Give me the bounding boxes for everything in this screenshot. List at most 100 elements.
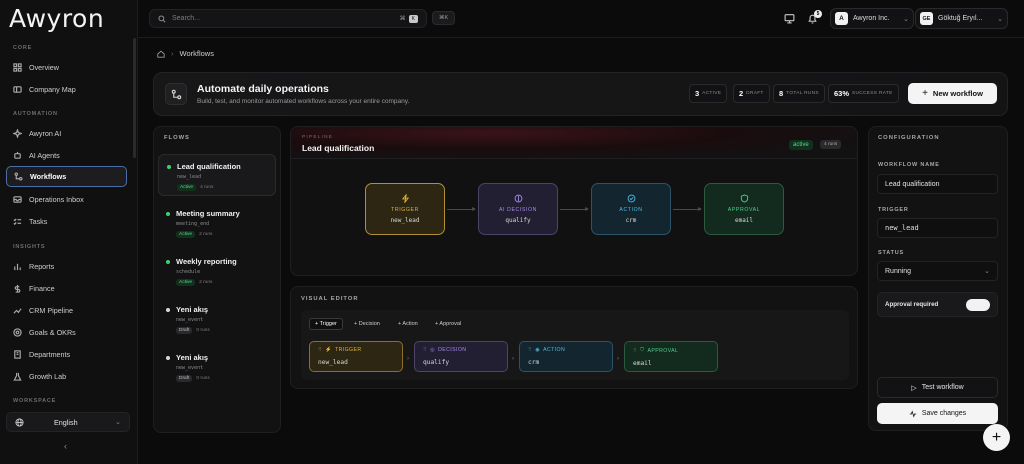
add-trigger-button[interactable]: + Trigger (309, 318, 343, 330)
sidebar-item-departments[interactable]: Departments (6, 344, 127, 365)
drag-handle-icon[interactable]: ⠿ (528, 347, 532, 353)
flow-item[interactable]: Weekly reporting schedule Active 2 runs (158, 250, 276, 292)
flow-item[interactable]: Yeni akış new_event Draft 0 runs (158, 346, 276, 388)
save-changes-button[interactable]: Save changes (877, 403, 998, 424)
pipeline-node-trigger[interactable]: TRIGGER new_lead (365, 183, 445, 235)
sidebar-item-label: Reports (29, 262, 55, 271)
status-label: STATUS (878, 250, 904, 256)
new-workflow-button[interactable]: + New workflow (908, 83, 997, 104)
pipeline-node-approval[interactable]: APPROVAL email (704, 183, 784, 235)
sidebar-item-goals-okrs[interactable]: Goals & OKRs (6, 322, 127, 343)
status-badge: Active (176, 279, 196, 286)
target-icon (13, 328, 22, 337)
sidebar-item-finance[interactable]: Finance (6, 278, 127, 299)
editor-node-action[interactable]: ⠿ ◉ ACTION crm (519, 341, 613, 372)
shield-icon: ⛉ (640, 347, 645, 353)
brain-icon (514, 194, 522, 203)
editor-node-decision[interactable]: ⠿ ◎ DECISION qualify (414, 341, 508, 372)
trend-icon (13, 308, 22, 314)
sidebar-item-label: Awyron AI (29, 129, 62, 138)
floating-add-button[interactable]: + (983, 424, 1010, 451)
sidebar-item-company-map[interactable]: Company Map (6, 79, 127, 100)
flow-trigger: new_lead (177, 174, 202, 180)
search-input[interactable]: Search... ⌘ K (149, 9, 427, 28)
drag-handle-icon[interactable]: ⠿ (423, 347, 427, 353)
shield-icon (740, 194, 748, 203)
stat-draft: 2 DRAFT (733, 84, 770, 103)
chevron-down-icon: ⌄ (997, 15, 1003, 23)
workflow-icon (14, 172, 23, 181)
org-switcher[interactable]: A Awyron Inc. ⌄ (830, 8, 914, 29)
drag-handle-icon[interactable]: ⠿ (633, 348, 637, 354)
sidebar-item-overview[interactable]: Overview (6, 57, 127, 78)
stat-success-rate: 63% SUCCESS RATE (828, 84, 899, 103)
language-select[interactable]: English ⌄ (6, 412, 130, 432)
approval-required-toggle[interactable] (966, 298, 990, 311)
test-workflow-button[interactable]: ▷ Test workflow (877, 377, 998, 398)
grid-icon (13, 63, 22, 72)
drag-handle-icon[interactable]: ⠿ (318, 347, 322, 353)
workflow-name-label: WORKFLOW NAME (878, 162, 940, 168)
trigger-field[interactable]: new_lead (877, 218, 998, 238)
flow-name: Meeting summary (176, 209, 240, 218)
sidebar-item-reports[interactable]: Reports (6, 256, 127, 277)
org-name: Awyron Inc. (853, 15, 890, 22)
plus-icon: + (922, 88, 928, 99)
approval-required-label: Approval required (885, 301, 939, 308)
add-action-button[interactable]: + Action (393, 318, 423, 330)
sidebar-scrollbar[interactable] (133, 38, 136, 158)
search-shortcut: ⌘ K (400, 14, 418, 23)
activity-icon (909, 409, 917, 418)
home-icon[interactable] (157, 50, 165, 58)
status-select[interactable]: Running ⌄ (877, 261, 998, 281)
sidebar-item-operations-inbox[interactable]: Operations Inbox (6, 189, 127, 210)
command-palette-button[interactable]: ⌘K (432, 11, 456, 25)
flow-item[interactable]: Yeni akış new_event Draft 0 runs (158, 298, 276, 340)
flow-runs: 0 runs (196, 328, 210, 333)
section-core: CORE (13, 45, 33, 51)
editor-node-trigger[interactable]: ⠿ ⚡ TRIGGER new_lead (309, 341, 403, 372)
flow-item[interactable]: Lead qualification new_lead Active 4 runs (158, 154, 276, 196)
sidebar-item-crm-pipeline[interactable]: CRM Pipeline (6, 300, 127, 321)
search-placeholder: Search... (172, 15, 201, 22)
flow-name: Weekly reporting (176, 257, 237, 266)
chevron-down-icon: ⌄ (984, 268, 990, 275)
check-circle-icon (627, 194, 635, 203)
flow-name: Yeni akış (176, 353, 209, 362)
status-badge: Draft (176, 327, 193, 334)
monitor-icon[interactable] (784, 13, 795, 24)
user-menu[interactable]: GE Göktuğ Eryıl... ⌄ (915, 8, 1008, 29)
status-select-value: Running (885, 267, 912, 275)
search-kbd: K (408, 14, 418, 23)
flow-trigger: schedule (176, 269, 201, 275)
approval-required-row: Approval required (877, 292, 998, 317)
sidebar-item-workflows[interactable]: Workflows (6, 166, 127, 187)
add-decision-button[interactable]: + Decision (349, 318, 385, 330)
workflow-name-field[interactable]: Lead qualification (877, 174, 998, 194)
status-dot (167, 165, 171, 169)
sidebar-item-growth-lab[interactable]: Growth Lab (6, 366, 127, 387)
bolt-icon (401, 194, 409, 203)
sidebar-item-tasks[interactable]: Tasks (6, 211, 127, 232)
section-insights: INSIGHTS (13, 244, 46, 250)
collapse-sidebar-icon[interactable]: ‹ (64, 441, 67, 451)
pipeline-panel: PIPELINE Lead qualification active 4 run… (290, 126, 858, 276)
map-icon (13, 86, 22, 93)
sidebar-item-ai-agents[interactable]: AI Agents (6, 145, 127, 166)
flask-icon (13, 372, 22, 381)
sidebar-item-awyron-ai[interactable]: Awyron AI (6, 123, 127, 144)
flow-item[interactable]: Meeting summary meeting_end Active 2 runs (158, 202, 276, 244)
flow-runs: 2 runs (199, 280, 213, 285)
check-circle-icon: ◉ (535, 347, 541, 353)
sidebar-item-label: Overview (29, 63, 59, 72)
editor-node-approval[interactable]: ⠿ ⛉ APPROVAL email (624, 341, 718, 372)
add-approval-button[interactable]: + Approval (430, 318, 466, 330)
sidebar-item-label: Goals & OKRs (29, 328, 76, 337)
sidebar-item-label: Growth Lab (29, 372, 67, 381)
pipeline-node-ai-decision[interactable]: AI DECISION qualify (478, 183, 558, 235)
visual-editor-panel: VISUAL EDITOR + Trigger + Decision + Act… (290, 286, 858, 389)
flow-name: Yeni akış (176, 305, 209, 314)
globe-icon (15, 417, 24, 427)
pipeline-node-action[interactable]: ACTION crm (591, 183, 671, 235)
notification-badge: 5 (814, 10, 822, 18)
